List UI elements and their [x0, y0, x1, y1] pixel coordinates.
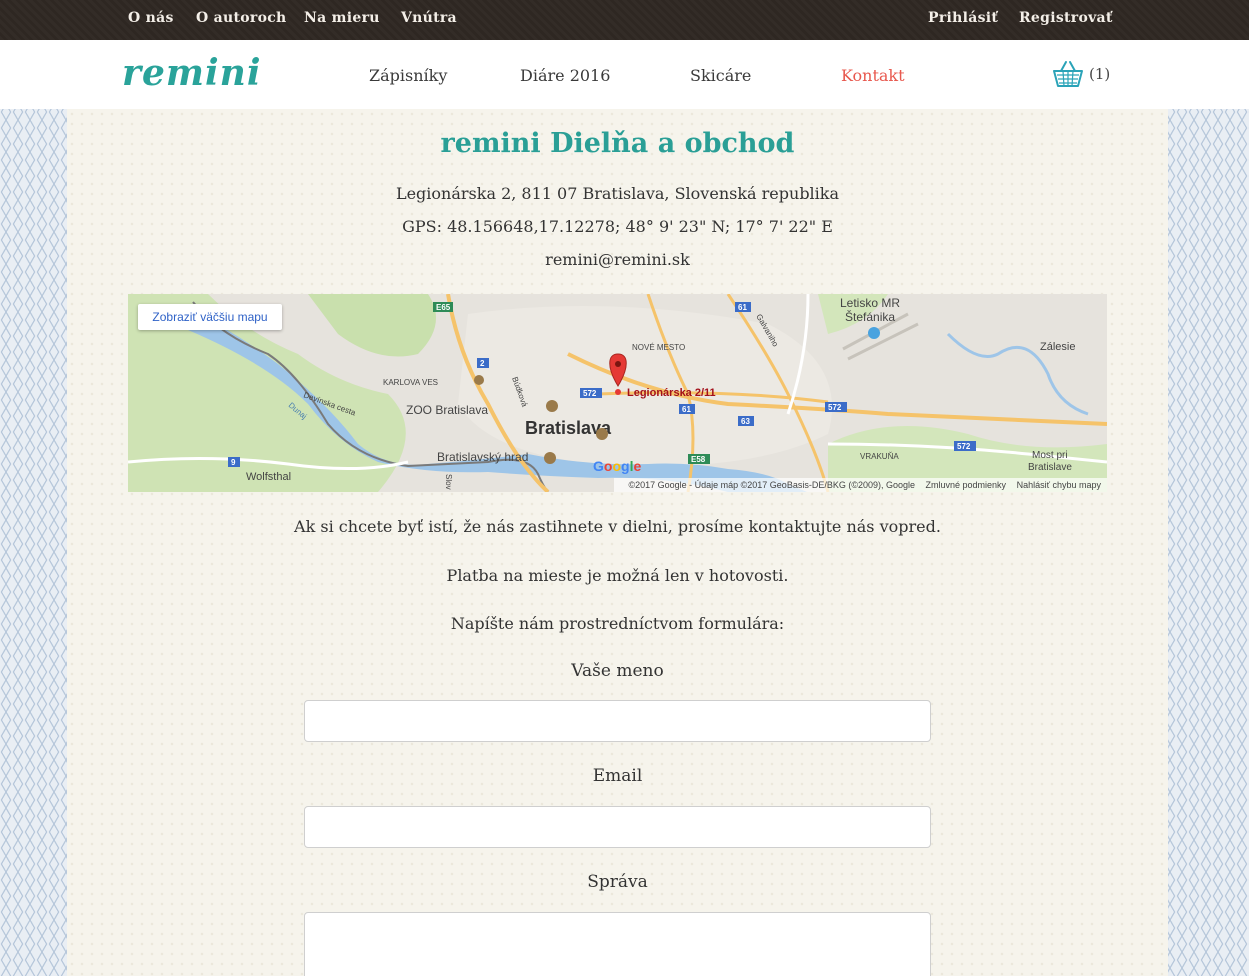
- castle-icon: [544, 452, 556, 464]
- map-terms-link[interactable]: Zmluvné podmienky: [926, 480, 1007, 490]
- email-text[interactable]: remini@remini.sk: [0, 250, 1235, 269]
- cart-icon[interactable]: [1052, 60, 1084, 92]
- map-label-karlova-ves: KARLOVA VES: [383, 378, 438, 387]
- top-bar: O nás O autoroch Na mieru Vnútra Prihlás…: [0, 0, 1249, 40]
- payment-note: Platba na mieste je možná len v hotovost…: [446, 566, 789, 585]
- name-label: Vaše meno: [571, 661, 664, 681]
- site-logo[interactable]: remini: [122, 52, 262, 94]
- road-badge-e65-label: E65: [436, 303, 451, 312]
- topbar-link-about[interactable]: O nás: [128, 10, 174, 26]
- zoo-icon: [474, 375, 484, 385]
- google-logo: Google: [593, 458, 642, 474]
- map-label-airport: Letisko MR: [840, 296, 900, 310]
- map-label-zalesie: Zálesie: [1040, 341, 1075, 353]
- road-badge-9-label: 9: [231, 458, 236, 467]
- topbar-link-inside[interactable]: Vnútra: [401, 10, 457, 26]
- site-header: remini Zápisníky Diáre 2016 Skicáre Kont…: [0, 40, 1249, 109]
- nav-notebooks[interactable]: Zápisníky: [369, 66, 447, 85]
- cart-count[interactable]: (1): [1089, 65, 1110, 83]
- register-link[interactable]: Registrovať: [1019, 10, 1113, 26]
- message-textarea[interactable]: [304, 912, 931, 976]
- topbar-link-authors[interactable]: O autoroch: [196, 10, 287, 26]
- map-label-zoo: ZOO Bratislava: [406, 403, 488, 417]
- name-input[interactable]: [304, 700, 931, 742]
- road-badge-e58-label: E58: [691, 455, 706, 464]
- map-report-link[interactable]: Nahlásiť chybu mapy: [1017, 480, 1101, 490]
- map-label-nove-mesto: NOVÉ MESTO: [632, 343, 685, 352]
- map-label-castle: Bratislavský hrad: [437, 450, 528, 464]
- bigger-map-button[interactable]: Zobraziť väčšiu mapu: [138, 304, 282, 330]
- road-badge-2-label: 2: [480, 359, 485, 368]
- church-icon: [596, 428, 608, 440]
- airport-icon: [868, 327, 880, 339]
- form-intro: Napíšte nám prostredníctvom formulára:: [450, 614, 785, 633]
- road-badge-572-b-label: 572: [828, 403, 842, 412]
- road-badge-61-label: 61: [738, 303, 747, 312]
- map-copyright: ©2017 Google - Údaje máp ©2017 GeoBasis-…: [628, 480, 915, 490]
- marker-label: Legionárska 2/11: [627, 387, 716, 399]
- login-link[interactable]: Prihlásiť: [928, 10, 998, 26]
- road-badge-572-c-label: 572: [957, 442, 971, 451]
- map-label-vrakuna: VRAKUŇA: [860, 452, 899, 461]
- nav-contact[interactable]: Kontakt: [841, 66, 905, 85]
- road-badge-61-b-label: 61: [682, 405, 691, 414]
- map-label-most: Most pri: [1032, 450, 1068, 461]
- poi-icon: [546, 400, 558, 412]
- topbar-link-custom[interactable]: Na mieru: [304, 10, 380, 26]
- map-label-most2: Bratislave: [1028, 462, 1072, 473]
- nav-sketchbooks[interactable]: Skicáre: [690, 66, 751, 85]
- email-input[interactable]: [304, 806, 931, 848]
- map-green-north: [308, 294, 436, 357]
- road-badge-572-a-label: 572: [583, 389, 597, 398]
- visit-note: Ak si chcete byť istí, že nás zastihnete…: [294, 517, 941, 536]
- page-title: remini Dielňa a obchod: [440, 128, 795, 159]
- map-attribution: ©2017 Google - Údaje máp ©2017 GeoBasis-…: [614, 478, 1107, 492]
- address-text: Legionárska 2, 811 07 Bratislava, Sloven…: [395, 184, 840, 203]
- map-label-slov: Slov: [444, 474, 453, 490]
- map-label-airport2: Štefánika: [845, 309, 895, 324]
- map-label-wolfsthal: Wolfsthal: [246, 471, 291, 483]
- road-badge-63-label: 63: [741, 417, 750, 426]
- nav-diaries[interactable]: Diáre 2016: [520, 66, 610, 85]
- email-label: Email: [592, 766, 643, 786]
- gps-text: GPS: 48.156648,17.12278; 48° 9' 23" N; 1…: [402, 217, 833, 236]
- message-label: Správa: [587, 872, 648, 892]
- location-map[interactable]: E65 61 2 572 61 63 572 572 9 E58 Letisko…: [128, 294, 1107, 492]
